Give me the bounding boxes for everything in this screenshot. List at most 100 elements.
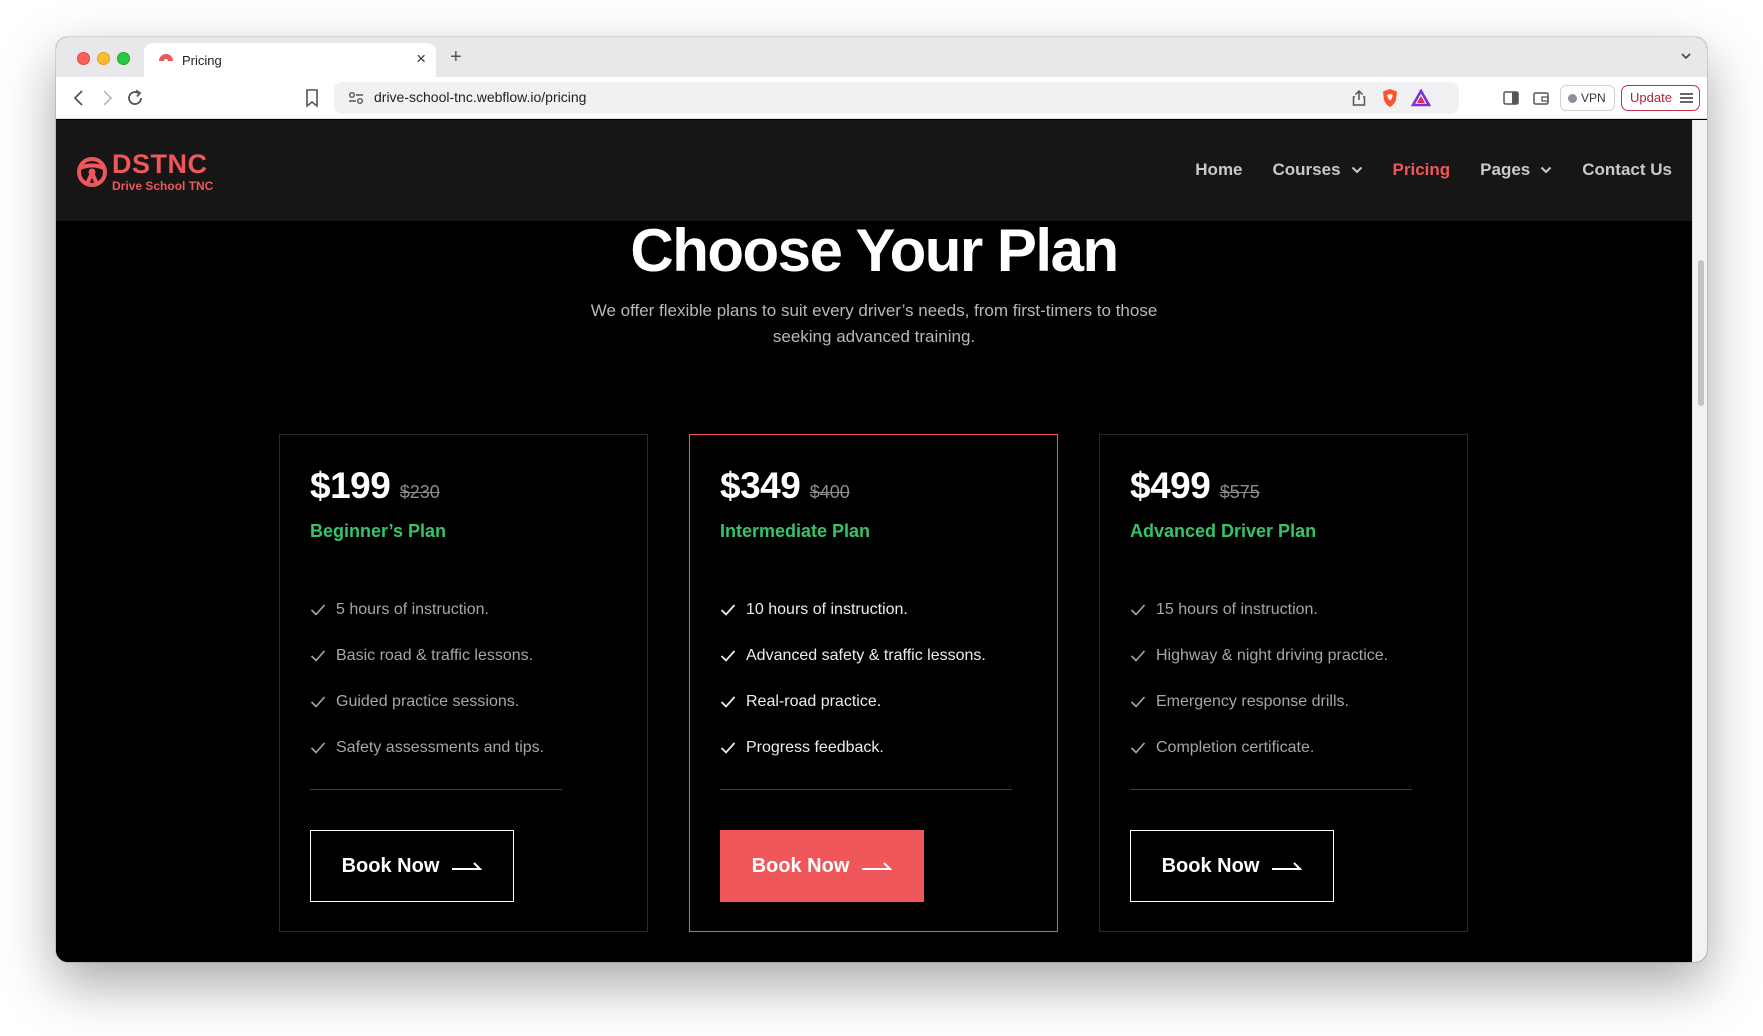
menu-icon <box>1679 93 1693 103</box>
plan-name: Beginner’s Plan <box>310 521 447 541</box>
steering-wheel-icon <box>159 54 173 63</box>
checkmark-icon <box>310 650 326 662</box>
share-icon[interactable] <box>1351 89 1367 107</box>
plan-price: $499 <box>1130 465 1211 506</box>
nav-pricing[interactable]: Pricing <box>1393 160 1451 180</box>
book-now-button[interactable]: Book Now <box>720 830 924 902</box>
logo-subtext: Drive School TNC <box>112 179 214 193</box>
feature-item: Guided practice sessions. <box>310 679 544 725</box>
checkmark-icon <box>310 604 326 616</box>
chevron-down-icon[interactable] <box>1679 49 1693 63</box>
feature-item: 15 hours of instruction. <box>1130 587 1388 633</box>
maximize-window-button[interactable] <box>117 52 130 65</box>
logo-text[interactable]: DSTNC <box>112 150 208 178</box>
feature-text: Emergency response drills. <box>1156 693 1349 710</box>
plan-price: $199 <box>310 465 391 506</box>
checkmark-icon <box>310 696 326 708</box>
feature-text: 15 hours of instruction. <box>1156 601 1318 618</box>
feature-text: Guided practice sessions. <box>336 693 520 710</box>
feature-item: Progress feedback. <box>720 725 986 771</box>
wallet-icon[interactable] <box>1532 89 1550 107</box>
feature-item: Safety assessments and tips. <box>310 725 544 771</box>
vertical-scrollbar[interactable] <box>1692 120 1707 962</box>
feature-list: 10 hours of instruction. Advanced safety… <box>720 587 986 771</box>
url-text: drive-school-tnc.webflow.io/pricing <box>374 89 587 105</box>
main-nav: Home Courses Pricing Pages Contact Us <box>1195 160 1672 180</box>
close-tab-icon[interactable]: × <box>416 49 426 69</box>
arrow-right-icon <box>452 862 483 870</box>
checkmark-icon <box>720 696 736 708</box>
brave-shield-icon[interactable] <box>1381 88 1399 108</box>
nav-courses[interactable]: Courses <box>1273 160 1363 180</box>
checkmark-icon <box>1130 604 1146 616</box>
feature-item: Highway & night driving practice. <box>1130 633 1388 679</box>
plan-name: Intermediate Plan <box>720 521 871 541</box>
checkmark-icon <box>720 604 736 616</box>
minimize-window-button[interactable] <box>97 52 110 65</box>
book-now-label: Book Now <box>751 854 850 877</box>
feature-text: Real-road practice. <box>746 693 882 710</box>
checkmark-icon <box>1130 742 1146 754</box>
page-title: Choose Your Plan <box>630 217 1119 284</box>
update-button[interactable]: Update <box>1621 85 1700 111</box>
checkmark-icon <box>310 742 326 754</box>
vpn-label: VPN <box>1581 91 1606 105</box>
plan-card-intermediate: $349 $400 Intermediate Plan 10 hours of … <box>689 434 1058 932</box>
plan-card-advanced: $499 $575 Advanced Driver Plan 15 hours … <box>1099 434 1468 932</box>
plan-old-price: $230 <box>399 482 440 502</box>
feature-text: Progress feedback. <box>746 739 884 756</box>
scrollbar-thumb[interactable] <box>1698 260 1704 406</box>
arrow-right-icon <box>862 862 893 870</box>
tab-bar: Pricing × + <box>56 37 1707 77</box>
new-tab-button[interactable]: + <box>450 45 462 69</box>
checkmark-icon <box>1130 696 1146 708</box>
checkmark-icon <box>720 650 736 662</box>
feature-text: Completion certificate. <box>1156 739 1315 756</box>
nav-contact-us[interactable]: Contact Us <box>1582 160 1672 180</box>
feature-item: Basic road & traffic lessons. <box>310 633 544 679</box>
bookmark-icon[interactable] <box>304 88 320 108</box>
feature-text: 5 hours of instruction. <box>336 601 489 618</box>
chevron-down-icon <box>1541 166 1552 174</box>
feature-item: 10 hours of instruction. <box>720 587 986 633</box>
chevron-down-icon <box>1351 166 1362 174</box>
feature-text: 10 hours of instruction. <box>746 601 908 618</box>
nav-pages[interactable]: Pages <box>1480 160 1552 180</box>
feature-text: Basic road & traffic lessons. <box>336 647 534 664</box>
nav-home[interactable]: Home <box>1195 160 1242 180</box>
tab-title: Pricing <box>182 53 222 68</box>
brave-rewards-icon[interactable] <box>1411 89 1431 107</box>
checkmark-icon <box>720 742 736 754</box>
plan-old-price: $400 <box>809 482 850 502</box>
feature-item: Emergency response drills. <box>1130 679 1388 725</box>
sidebar-toggle-icon[interactable] <box>1502 89 1520 107</box>
reload-icon[interactable] <box>124 87 146 109</box>
divider <box>1130 789 1412 790</box>
forward-icon[interactable] <box>96 87 118 109</box>
site-header: DSTNC Drive School TNC Home Courses Pric… <box>56 120 1692 221</box>
back-icon[interactable] <box>68 87 90 109</box>
vpn-button[interactable]: VPN <box>1560 85 1615 111</box>
arrow-right-icon <box>1272 862 1303 870</box>
feature-list: 15 hours of instruction. Highway & night… <box>1130 587 1388 771</box>
feature-item: Real-road practice. <box>720 679 986 725</box>
feature-text: Highway & night driving practice. <box>1156 647 1389 664</box>
browser-toolbar: drive-school-tnc.webflow.io/pricing VPN <box>56 77 1707 119</box>
plan-name: Advanced Driver Plan <box>1130 521 1317 541</box>
site-settings-icon[interactable] <box>348 91 364 105</box>
divider <box>720 789 1012 790</box>
steering-wheel-logo-icon[interactable] <box>76 151 108 193</box>
book-now-button[interactable]: Book Now <box>1130 830 1334 902</box>
book-now-label: Book Now <box>1161 854 1260 877</box>
book-now-label: Book Now <box>341 854 440 877</box>
address-bar[interactable]: drive-school-tnc.webflow.io/pricing <box>334 82 1459 114</box>
close-window-button[interactable] <box>77 52 90 65</box>
feature-text: Advanced safety & traffic lessons. <box>746 647 986 664</box>
nav-pricing-label: Pricing <box>1392 160 1451 179</box>
book-now-button[interactable]: Book Now <box>310 830 514 902</box>
page-subtitle: We offer flexible plans to suit every dr… <box>590 301 1158 346</box>
browser-tab[interactable]: Pricing × <box>144 43 436 77</box>
feature-item: Completion certificate. <box>1130 725 1388 771</box>
plan-card-beginner: $199 $230 Beginner’s Plan 5 hours of ins… <box>279 434 648 932</box>
vpn-status-icon <box>1568 94 1577 103</box>
